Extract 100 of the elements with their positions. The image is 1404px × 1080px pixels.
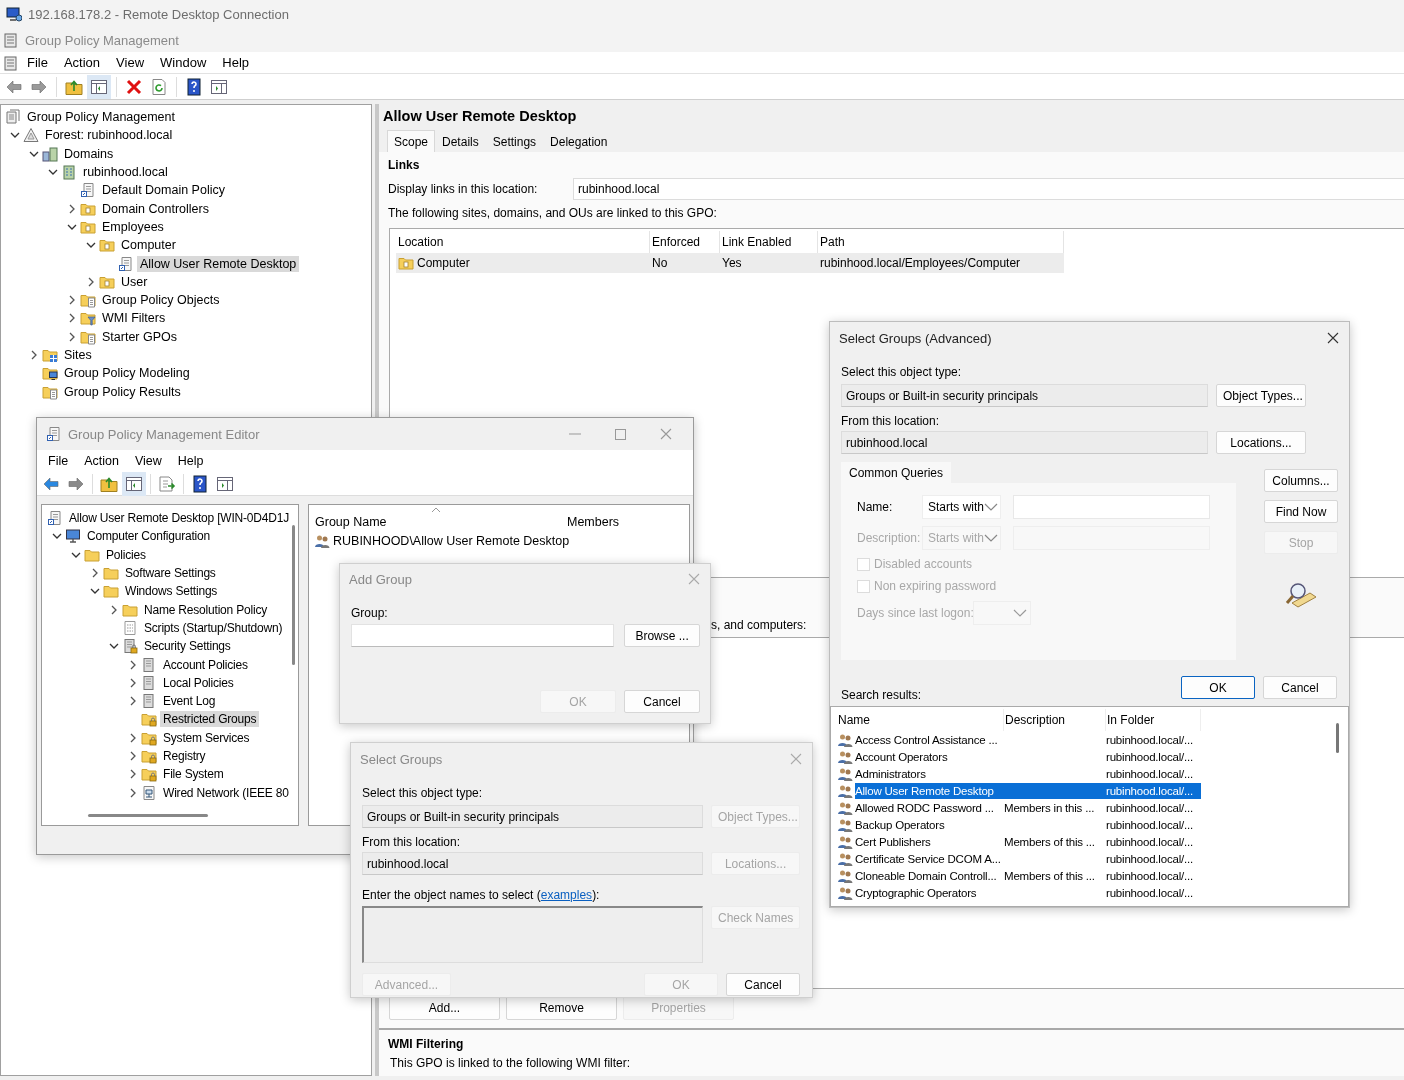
scrollbar[interactable] bbox=[292, 525, 295, 665]
list-item[interactable]: RUBINHOOD\Allow User Remote Desktop bbox=[333, 534, 570, 548]
tree-item[interactable]: Software Settings bbox=[122, 565, 219, 582]
tree-item[interactable]: Policies bbox=[103, 546, 149, 563]
table-row[interactable]: Backup Operators rubinhood.local/... bbox=[855, 817, 1201, 833]
object-types-button[interactable]: Object Types... bbox=[1216, 384, 1306, 407]
ok-button[interactable]: OK bbox=[1181, 676, 1255, 699]
remove-button[interactable]: Remove bbox=[506, 996, 617, 1020]
tree-item[interactable]: Domain Controllers bbox=[99, 200, 212, 217]
table-cell: Administrators bbox=[855, 767, 926, 780]
menu-item[interactable]: File bbox=[40, 454, 77, 468]
operator-dropdown[interactable]: Starts with bbox=[922, 495, 1001, 519]
pane-icon[interactable] bbox=[216, 474, 234, 493]
tree-item[interactable]: User bbox=[118, 273, 151, 290]
tree-item[interactable]: Name Resolution Policy bbox=[141, 601, 270, 618]
group-field[interactable] bbox=[351, 624, 615, 647]
tree-item[interactable]: Employees bbox=[99, 218, 167, 235]
cancel-button[interactable]: Cancel bbox=[1263, 676, 1337, 699]
column-header[interactable]: In Folder bbox=[1106, 709, 1201, 731]
table-row[interactable]: Cloneable Domain Controll... Members of this ... rubinhood.local/... bbox=[855, 868, 1201, 885]
column-header[interactable]: Members bbox=[567, 515, 620, 529]
tree-item[interactable]: WMI Filters bbox=[99, 310, 169, 327]
app-title: Group Policy Management bbox=[25, 32, 179, 48]
tree-item[interactable]: Allow User Remote Desktop [WIN-0D4D1J bbox=[66, 510, 292, 527]
tree-item[interactable]: Computer Configuration bbox=[84, 528, 213, 545]
table-row[interactable]: Access Control Assistance ... rubinhood.local/... bbox=[855, 731, 1201, 748]
menu-item[interactable]: Help bbox=[169, 454, 212, 468]
tab[interactable]: Details bbox=[435, 131, 486, 152]
tab[interactable]: Delegation bbox=[543, 131, 615, 152]
tree-item[interactable]: Restricted Groups bbox=[160, 711, 260, 728]
column-header[interactable]: Group Name bbox=[315, 515, 567, 529]
table-cell: Account Operators bbox=[855, 750, 948, 763]
table-row[interactable]: Administrators rubinhood.local/... bbox=[855, 765, 1201, 782]
table-row[interactable]: Cert Publishers Members of this ... rubinhood.local/... bbox=[855, 834, 1201, 851]
cancel-button[interactable]: Cancel bbox=[726, 973, 800, 996]
help-icon[interactable] bbox=[185, 77, 203, 96]
location-dropdown[interactable]: rubinhood.local bbox=[573, 178, 1404, 200]
add-button[interactable]: Add... bbox=[389, 996, 500, 1020]
tree-item[interactable]: Wired Network (IEEE 80 bbox=[160, 784, 292, 801]
tab[interactable]: Scope bbox=[387, 130, 436, 152]
tree-item[interactable]: rubinhood.local bbox=[80, 164, 171, 181]
tree-item[interactable]: Registry bbox=[160, 748, 209, 764]
tree-item[interactable]: System Services bbox=[160, 729, 253, 746]
tree-item[interactable]: Group Policy Modeling bbox=[61, 365, 193, 382]
tab[interactable]: Common Queries bbox=[841, 462, 952, 483]
scrollbar[interactable] bbox=[1336, 723, 1339, 753]
menu-item[interactable]: View bbox=[108, 55, 153, 70]
tree-item[interactable]: Default Domain Policy bbox=[99, 182, 228, 199]
tree-item[interactable]: Group Policy Management bbox=[24, 109, 178, 126]
tree-item[interactable]: File System bbox=[160, 766, 227, 783]
column-header[interactable]: Name bbox=[837, 709, 1004, 731]
cancel-button[interactable]: Cancel bbox=[624, 690, 700, 713]
console-tree-icon[interactable] bbox=[90, 77, 108, 96]
tree-item[interactable]: Scripts (Startup/Shutdown) bbox=[141, 619, 286, 636]
table-row[interactable]: Allow User Remote Desktop rubinhood.local/... bbox=[855, 782, 1201, 799]
column-header[interactable]: Description bbox=[1004, 709, 1106, 731]
examples-link[interactable]: examples bbox=[540, 888, 593, 902]
table-row[interactable]: Account Operators rubinhood.local/... bbox=[855, 748, 1201, 765]
pane-icon[interactable] bbox=[210, 77, 228, 96]
menu-item[interactable]: Help bbox=[214, 55, 258, 70]
info-text: This GPO is linked to the following WMI filter: bbox=[390, 1056, 632, 1070]
object-names-field[interactable] bbox=[362, 906, 703, 963]
menu-item[interactable]: Window bbox=[152, 55, 215, 70]
menu-item[interactable]: Action bbox=[55, 55, 109, 70]
help-icon[interactable] bbox=[191, 474, 209, 493]
find-now-button[interactable]: Find Now bbox=[1264, 500, 1338, 523]
table-row[interactable]: Cryptographic Operators rubinhood.local/... bbox=[855, 885, 1201, 902]
columns-button[interactable]: Columns... bbox=[1264, 469, 1338, 492]
tree-item[interactable]: Windows Settings bbox=[122, 583, 221, 600]
tree-item[interactable]: Event Log bbox=[160, 693, 219, 710]
table-cell: Allowed RODC Password ... bbox=[855, 801, 994, 814]
table-row[interactable]: Computer No Yes rubinhood.local/Employees/Computer bbox=[396, 253, 1064, 273]
tree-item[interactable]: Account Policies bbox=[160, 656, 251, 673]
scrollbar[interactable] bbox=[88, 814, 208, 817]
tree-item[interactable]: Starter GPOs bbox=[99, 328, 181, 345]
tree-item[interactable]: Forest: rubinhood.local bbox=[42, 127, 176, 144]
export-icon[interactable] bbox=[158, 474, 176, 493]
delete-icon[interactable] bbox=[125, 77, 143, 96]
tree-item[interactable]: Domains bbox=[61, 145, 117, 162]
sort-caret-icon[interactable] bbox=[431, 507, 441, 513]
browse-button[interactable]: Browse ... bbox=[624, 624, 700, 647]
tree-item[interactable]: Security Settings bbox=[141, 638, 234, 655]
menu-item[interactable]: File bbox=[19, 55, 56, 70]
menu-item[interactable]: View bbox=[126, 454, 170, 468]
locations-button[interactable]: Locations... bbox=[1216, 431, 1306, 454]
tree-item[interactable]: Group Policy Results bbox=[61, 383, 184, 400]
folder-lock-icon bbox=[141, 748, 157, 764]
table-row[interactable]: Allowed RODC Password ... Members in this ... rubinhood.local/... bbox=[855, 799, 1201, 816]
tree-item[interactable]: Sites bbox=[61, 347, 95, 363]
tree-item[interactable]: Computer bbox=[118, 237, 179, 254]
tree-item[interactable]: Local Policies bbox=[160, 674, 237, 691]
close-icon[interactable] bbox=[1326, 331, 1340, 345]
tree-item[interactable]: Group Policy Objects bbox=[99, 292, 223, 309]
dialog-title: Add Group bbox=[349, 571, 412, 587]
table-row[interactable]: Certificate Service DCOM A... rubinhood.local/... bbox=[855, 851, 1201, 868]
menu-item[interactable]: Action bbox=[76, 454, 127, 468]
tab[interactable]: Settings bbox=[485, 131, 544, 152]
console-tree-icon[interactable] bbox=[125, 474, 143, 493]
refresh-icon[interactable] bbox=[150, 77, 168, 96]
tree-item[interactable]: Allow User Remote Desktop bbox=[137, 255, 300, 272]
